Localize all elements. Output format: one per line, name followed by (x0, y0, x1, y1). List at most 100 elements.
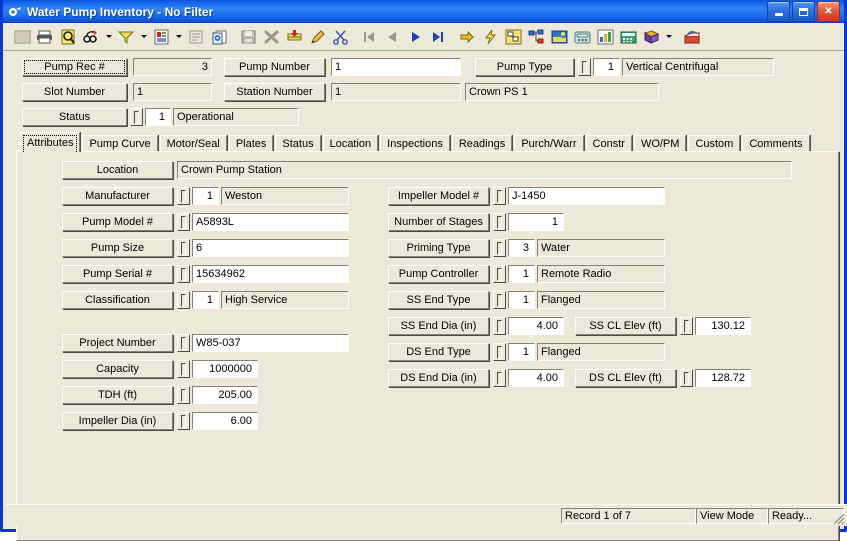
tdh-label[interactable]: TDH (ft) (62, 386, 173, 404)
ds-cl-elev-value[interactable]: 128.72 (695, 369, 751, 387)
pump-type-code[interactable]: 1 (593, 58, 620, 76)
copy-record-icon[interactable] (208, 26, 230, 48)
ds-end-type-code[interactable]: 1 (508, 343, 535, 361)
resize-grip[interactable] (831, 511, 845, 525)
capacity-value[interactable]: 1000000 (192, 360, 258, 378)
edit-icon[interactable] (306, 26, 328, 48)
manufacturer-label[interactable]: Manufacturer (62, 187, 173, 205)
slot-number-label[interactable]: Slot Number (22, 83, 127, 101)
status-spinner[interactable] (130, 108, 143, 126)
ss-cl-elev-label[interactable]: SS CL Elev (ft) (575, 317, 676, 335)
ss-end-dia-label[interactable]: SS End Dia (in) (388, 317, 489, 335)
save-icon[interactable] (237, 26, 259, 48)
ss-cl-elev-value[interactable]: 130.12 (695, 317, 751, 335)
pump-model-label[interactable]: Pump Model # (62, 213, 173, 231)
pump-type-spinner[interactable] (578, 58, 591, 76)
ss-end-type-code[interactable]: 1 (508, 291, 535, 309)
close-button[interactable]: ✕ (817, 1, 840, 22)
pump-type-label[interactable]: Pump Type (475, 58, 574, 76)
ds-end-dia-label[interactable]: DS End Dia (in) (388, 369, 489, 387)
delete-icon[interactable] (260, 26, 282, 48)
ds-cl-elev-spinner[interactable] (680, 369, 693, 387)
number-of-stages-value[interactable]: 1 (508, 213, 564, 231)
impeller-dia-label[interactable]: Impeller Dia (in) (62, 412, 173, 430)
project-number-spinner[interactable] (177, 334, 190, 352)
tab-custom[interactable]: Custom (688, 135, 741, 152)
map-icon[interactable] (548, 26, 570, 48)
find-icon[interactable] (80, 26, 102, 48)
pump-controller-spinner[interactable] (493, 265, 506, 283)
pump-rec-label[interactable]: Pump Rec # (22, 58, 127, 76)
location-label[interactable]: Location (62, 161, 173, 179)
exit-icon[interactable] (681, 26, 703, 48)
minimize-button[interactable] (767, 1, 790, 22)
diagram-icon[interactable] (502, 26, 524, 48)
tdh-value[interactable]: 205.00 (192, 386, 258, 404)
report-icon[interactable] (150, 26, 172, 48)
phone-icon[interactable] (571, 26, 593, 48)
next-record-icon[interactable] (404, 26, 426, 48)
project-number-label[interactable]: Project Number (62, 334, 173, 352)
print-icon[interactable] (34, 26, 56, 48)
number-of-stages-spinner[interactable] (493, 213, 506, 231)
find-dropdown-icon[interactable] (103, 26, 114, 48)
pump-size-value[interactable]: 6 (192, 239, 349, 257)
pump-number-label[interactable]: Pump Number (224, 58, 325, 76)
cut-icon[interactable] (329, 26, 351, 48)
pump-number-value[interactable]: 1 (331, 58, 461, 76)
manufacturer-code[interactable]: 1 (192, 187, 219, 205)
impeller-model-spinner[interactable] (493, 187, 506, 205)
number-of-stages-label[interactable]: Number of Stages (388, 213, 489, 231)
tab-readings[interactable]: Readings (451, 135, 513, 152)
lightning-icon[interactable] (479, 26, 501, 48)
tab-constr[interactable]: Constr (585, 135, 632, 152)
classification-label[interactable]: Classification (62, 291, 173, 309)
calculator-icon[interactable] (617, 26, 639, 48)
pump-model-spinner[interactable] (177, 213, 190, 231)
grid-view-icon[interactable] (11, 26, 33, 48)
pump-size-label[interactable]: Pump Size (62, 239, 173, 257)
ss-end-dia-value[interactable]: 4.00 (508, 317, 564, 335)
tree-icon[interactable] (525, 26, 547, 48)
add-record-icon[interactable] (283, 26, 305, 48)
tab-inspections[interactable]: Inspections (380, 135, 450, 152)
print-preview-icon[interactable] (57, 26, 79, 48)
manufacturer-spinner[interactable] (177, 187, 190, 205)
ds-cl-elev-label[interactable]: DS CL Elev (ft) (575, 369, 676, 387)
pump-serial-label[interactable]: Pump Serial # (62, 265, 173, 283)
chart-icon[interactable] (594, 26, 616, 48)
impeller-model-value[interactable]: J-1450 (508, 187, 665, 205)
ss-end-dia-spinner[interactable] (493, 317, 506, 335)
priming-type-label[interactable]: Priming Type (388, 239, 489, 257)
tab-motor-seal[interactable]: Motor/Seal (159, 135, 227, 152)
pump-size-spinner[interactable] (177, 239, 190, 257)
status-code[interactable]: 1 (145, 108, 171, 126)
previous-record-icon[interactable] (381, 26, 403, 48)
station-number-label[interactable]: Station Number (224, 83, 325, 101)
ds-end-dia-spinner[interactable] (493, 369, 506, 387)
tdh-spinner[interactable] (177, 386, 190, 404)
filter-dropdown-icon[interactable] (138, 26, 149, 48)
ds-end-type-spinner[interactable] (493, 343, 506, 361)
capacity-spinner[interactable] (177, 360, 190, 378)
project-number-value[interactable]: W85-037 (192, 334, 349, 352)
pump-serial-value[interactable]: 15634962 (192, 265, 349, 283)
tab-wo-pm[interactable]: WO/PM (633, 135, 687, 152)
status-label[interactable]: Status (22, 108, 127, 126)
priming-type-code[interactable]: 3 (508, 239, 535, 257)
properties-icon[interactable] (185, 26, 207, 48)
classification-spinner[interactable] (177, 291, 190, 309)
tab-status[interactable]: Status (275, 135, 321, 152)
report-dropdown-icon[interactable] (173, 26, 184, 48)
capacity-label[interactable]: Capacity (62, 360, 173, 378)
pump-controller-label[interactable]: Pump Controller (388, 265, 489, 283)
goto-icon[interactable] (456, 26, 478, 48)
help-book-icon[interactable] (640, 26, 662, 48)
pump-controller-code[interactable]: 1 (508, 265, 535, 283)
last-record-icon[interactable] (427, 26, 449, 48)
tab-purch-warr[interactable]: Purch/Warr (514, 135, 584, 152)
pump-serial-spinner[interactable] (177, 265, 190, 283)
ss-cl-elev-spinner[interactable] (680, 317, 693, 335)
ds-end-dia-value[interactable]: 4.00 (508, 369, 564, 387)
tab-location[interactable]: Location (322, 135, 379, 152)
